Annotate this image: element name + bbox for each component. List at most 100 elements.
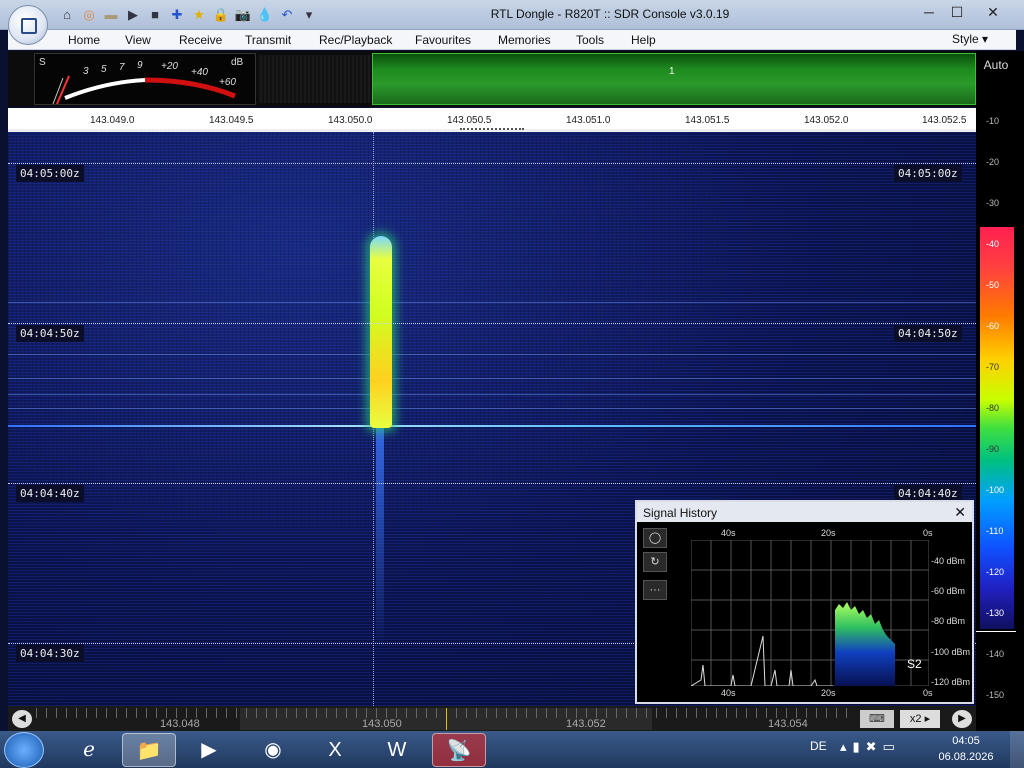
media-player-icon[interactable]: ▶	[182, 733, 236, 767]
sdr-console-window: ⌂ ◎ ▬ ▶ ■ ✚ ★ 🔒 📷 💧 ↶ ▾ RTL Dongle - R82…	[0, 0, 1024, 768]
scale-tick: -150	[986, 690, 1005, 700]
menu-memories[interactable]: Memories	[498, 33, 551, 47]
menu-transmit[interactable]: Transmit	[245, 33, 291, 47]
chrome-icon[interactable]: ◉	[246, 733, 300, 767]
quick-access-toolbar: ⌂ ◎ ▬ ▶ ■ ✚ ★ 🔒 📷 💧 ↶ ▾	[58, 6, 318, 24]
menu-receive[interactable]: Receive	[179, 33, 222, 47]
play-icon[interactable]: ▶	[124, 6, 142, 24]
clock[interactable]: 04:05 06.08.2026	[936, 733, 996, 765]
band-freq: 143.052	[566, 718, 606, 730]
home-icon[interactable]: ⌂	[58, 6, 76, 24]
scale-tick: -70	[986, 362, 1000, 372]
star-icon[interactable]: ★	[190, 6, 208, 24]
scale-tick: -130	[986, 608, 1005, 618]
taskbar: ℯ 📁 ▶ ◉ X W 📡 DE ▴▮✖▭ 04:05 06.08.2026	[0, 731, 1024, 768]
waterfall-trace	[8, 408, 976, 409]
history-y-label: -100 dBm	[931, 647, 971, 657]
scroll-left-button[interactable]: ◀	[12, 710, 32, 728]
excel-icon[interactable]: X	[308, 733, 362, 767]
signal-history-plot	[691, 540, 929, 686]
filter-passband[interactable]: 1	[372, 53, 976, 105]
time-label-right: 04:04:50z	[894, 325, 962, 342]
zoom-button[interactable]: x2 ▸	[900, 710, 940, 728]
menu-favourites[interactable]: Favourites	[415, 33, 471, 47]
drop-icon[interactable]: 💧	[256, 6, 274, 24]
menu-tools[interactable]: Tools	[576, 33, 604, 47]
show-desktop-button[interactable]	[1010, 731, 1024, 768]
start-button[interactable]	[4, 732, 44, 768]
time-label-left: 04:05:00z	[16, 165, 84, 182]
clock-time: 04:05	[952, 735, 980, 747]
reset-button[interactable]: ↻	[643, 552, 667, 572]
signal-history-title: Signal History	[643, 506, 718, 520]
menu-rec-playback[interactable]: Rec/Playback	[319, 33, 392, 47]
scale-tick: -50	[986, 280, 1000, 290]
menu-view[interactable]: View	[125, 33, 151, 47]
freq-label: 143.052.5	[922, 115, 967, 126]
app-menu-button[interactable]	[8, 5, 48, 45]
scale-tick: -10	[986, 116, 1000, 126]
sdr-console-taskbar-icon[interactable]: 📡	[432, 733, 486, 767]
maximize-button[interactable]: ☐	[944, 2, 970, 22]
scale-tick: -140	[986, 649, 1005, 659]
lock-icon[interactable]: 🔒	[212, 6, 230, 24]
clock-date: 06.08.2026	[938, 751, 994, 763]
menu-home[interactable]: Home	[68, 33, 100, 47]
internet-explorer-icon[interactable]: ℯ	[62, 733, 116, 767]
scale-tick: -80	[986, 403, 1000, 413]
waterfall-trace	[8, 354, 976, 355]
waterfall-trace	[8, 394, 976, 395]
spectrum-band: S dB 3 5 7 9 +20 +40 +60 1	[8, 51, 976, 107]
system-tray[interactable]: ▴▮✖▭	[840, 739, 901, 755]
keyboard-icon[interactable]: ⌨	[860, 710, 894, 728]
stop-icon[interactable]: ■	[146, 6, 164, 24]
dropdown-icon[interactable]: ▾	[300, 6, 318, 24]
lifebuoy-icon[interactable]: ◎	[80, 6, 98, 24]
scale-tick: -40	[986, 239, 1000, 249]
band-freq: 143.048	[160, 718, 200, 730]
style-dropdown[interactable]: Style ▾	[952, 32, 988, 46]
language-indicator[interactable]: DE	[810, 739, 827, 753]
undo-icon[interactable]: ↶	[278, 6, 296, 24]
close-button[interactable]: ✕	[980, 2, 1006, 22]
scroll-right-button[interactable]: ▶	[952, 710, 972, 728]
freq-label: 143.052.0	[804, 115, 849, 126]
history-y-label: -120 dBm	[931, 677, 971, 687]
app-logo-icon	[21, 18, 37, 34]
close-icon[interactable]: ✕	[954, 504, 966, 521]
scale-tick: -90	[986, 444, 1000, 454]
time-label-left: 04:04:30z	[16, 645, 84, 662]
history-x-label: 20s	[821, 528, 836, 538]
s-reading: S2	[907, 657, 922, 671]
time-label-left: 04:04:40z	[16, 485, 84, 502]
auto-button[interactable]: Auto	[976, 58, 1016, 72]
freq-label: 143.050.5	[447, 115, 492, 126]
waterfall-trace	[8, 378, 976, 379]
frequency-axis[interactable]: 143.049.0 143.049.5 143.050.0 143.050.5 …	[8, 108, 976, 132]
more-button[interactable]: ···	[643, 580, 667, 600]
scale-tick: -30	[986, 198, 1000, 208]
band-freq: 143.054	[768, 718, 808, 730]
menu-help[interactable]: Help	[631, 33, 656, 47]
add-icon[interactable]: ✚	[168, 6, 186, 24]
band-freq: 143.050	[362, 718, 402, 730]
style-label: Style	[952, 32, 979, 46]
folder-icon[interactable]: ▬	[102, 6, 120, 24]
history-x-label: 0s	[923, 688, 933, 698]
splitter-handle[interactable]	[460, 128, 524, 130]
history-y-label: -40 dBm	[931, 556, 966, 566]
minimize-button[interactable]: ─	[916, 2, 942, 22]
camera-icon[interactable]: 📷	[234, 6, 252, 24]
signal-history-titlebar[interactable]: Signal History ✕	[637, 502, 972, 522]
bandscope-bar[interactable]: ◀ 143.048 143.050 143.052 143.054 ⌨ x2 ▸…	[8, 706, 976, 731]
zoom-value: x2	[909, 713, 922, 725]
file-explorer-icon[interactable]: 📁	[122, 733, 176, 767]
time-label-left: 04:04:50z	[16, 325, 84, 342]
word-icon[interactable]: W	[370, 733, 424, 767]
spectrum-noise	[258, 55, 372, 103]
record-button[interactable]: ◯	[643, 528, 667, 548]
scale-tick: -100	[986, 485, 1005, 495]
history-x-label: 40s	[721, 528, 736, 538]
menu-bar: Home View Receive Transmit Rec/Playback …	[8, 30, 1016, 50]
scale-tick: -120	[986, 567, 1005, 577]
